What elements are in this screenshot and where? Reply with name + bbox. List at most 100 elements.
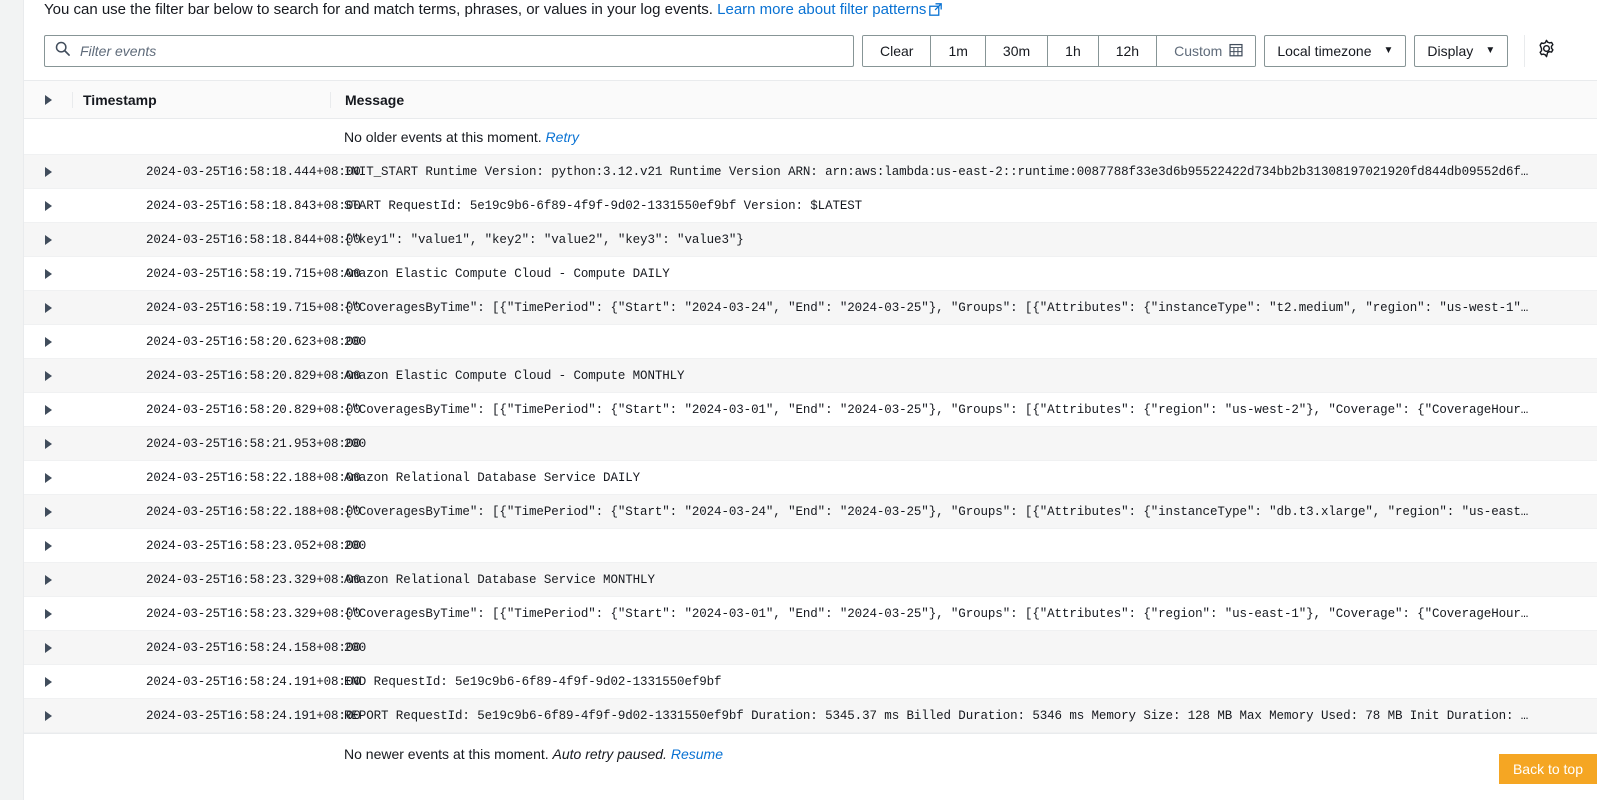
cell-message: Amazon Elastic Compute Cloud - Compute D…: [330, 267, 1543, 281]
timezone-label: Local timezone: [1277, 43, 1372, 59]
cell-message: END RequestId: 5e19c9b6-6f89-4f9f-9d02-1…: [330, 675, 1543, 689]
row-expand-toggle[interactable]: [24, 608, 72, 619]
table-row[interactable]: 2024-03-25T16:58:21.953+08:00 200: [24, 427, 1597, 461]
row-expand-toggle[interactable]: [24, 404, 72, 415]
table-row[interactable]: 2024-03-25T16:58:22.188+08:00 {"Coverages…: [24, 495, 1597, 529]
cell-timestamp: 2024-03-25T16:58:23.052+08:00: [146, 538, 361, 553]
message-text: END RequestId: 5e19c9b6-6f89-4f9f-9d02-1…: [344, 674, 722, 689]
table-row[interactable]: 2024-03-25T16:58:24.191+08:00 END Request…: [24, 665, 1597, 699]
row-expand-toggle[interactable]: [24, 200, 72, 211]
chevron-right-icon: [44, 200, 52, 211]
retry-link[interactable]: Retry: [546, 129, 579, 145]
range-30m-button[interactable]: 30m: [985, 36, 1048, 66]
time-range-segment-group: Clear 1m 30m 1h 12h Custom: [862, 35, 1257, 67]
row-expand-toggle[interactable]: [24, 370, 72, 381]
table-row[interactable]: 2024-03-25T16:58:23.329+08:00 {"Coverages…: [24, 597, 1597, 631]
table-row[interactable]: 2024-03-25T16:58:24.191+08:00 REPORT Requ…: [24, 699, 1597, 733]
row-expand-toggle[interactable]: [24, 268, 72, 279]
cell-timestamp: 2024-03-25T16:58:20.829+08:00: [146, 402, 361, 417]
expand-all-toggle[interactable]: [24, 94, 72, 105]
cell-message: {"CoveragesByTime": [{"TimePeriod": {"St…: [330, 505, 1543, 519]
table-row[interactable]: 2024-03-25T16:58:18.843+08:00 START Reque…: [24, 189, 1597, 223]
table-row[interactable]: 2024-03-25T16:58:19.715+08:00 Amazon Elas…: [24, 257, 1597, 291]
cell-message: INIT_START Runtime Version: python:3.12.…: [330, 165, 1543, 179]
row-expand-toggle[interactable]: [24, 234, 72, 245]
cell-message: START RequestId: 5e19c9b6-6f89-4f9f-9d02…: [330, 199, 1543, 213]
cell-message: 200: [330, 539, 1543, 553]
table-body: 2024-03-25T16:58:18.444+08:00 INIT_START …: [24, 155, 1597, 733]
range-1m-button[interactable]: 1m: [931, 36, 985, 66]
learn-more-filter-patterns-link[interactable]: Learn more about filter patterns: [717, 1, 926, 18]
cell-timestamp: 2024-03-25T16:58:21.953+08:00: [146, 436, 361, 451]
table-row[interactable]: 2024-03-25T16:58:20.829+08:00 {"Coverages…: [24, 393, 1597, 427]
cell-timestamp: 2024-03-25T16:58:18.444+08:00: [146, 164, 361, 179]
older-events-notice-text: No older events at this moment. Retry: [330, 129, 1597, 145]
row-expand-toggle[interactable]: [24, 642, 72, 653]
message-text: 200: [344, 538, 367, 553]
row-expand-toggle[interactable]: [24, 336, 72, 347]
table-row[interactable]: 2024-03-25T16:58:19.715+08:00 {"Coverages…: [24, 291, 1597, 325]
chevron-down-icon: ▼: [1485, 45, 1496, 56]
cell-message: Amazon Relational Database Service DAILY: [330, 471, 1543, 485]
message-text: {"key1": "value1", "key2": "value2", "ke…: [344, 232, 744, 247]
back-to-top-button[interactable]: Back to top: [1498, 754, 1597, 784]
resume-link[interactable]: Resume: [671, 746, 723, 762]
row-expand-toggle[interactable]: [24, 438, 72, 449]
search-icon: [55, 41, 78, 61]
chevron-right-icon: [44, 642, 52, 653]
row-expand-toggle[interactable]: [24, 302, 72, 313]
cell-message: 200: [330, 335, 1543, 349]
message-text: Amazon Elastic Compute Cloud - Compute M…: [344, 368, 685, 383]
cell-message: 200: [330, 641, 1543, 655]
search-input[interactable]: [78, 42, 843, 60]
chevron-right-icon: [44, 336, 52, 347]
row-expand-toggle[interactable]: [24, 574, 72, 585]
chevron-right-icon: [44, 234, 52, 245]
newer-events-notice-text: No newer events at this moment. Auto ret…: [330, 746, 1597, 762]
message-text: 200: [344, 640, 367, 655]
table-row[interactable]: 2024-03-25T16:58:20.829+08:00 Amazon Elas…: [24, 359, 1597, 393]
filter-help-text: You can use the filter bar below to sear…: [24, 0, 1597, 22]
chevron-right-icon: [44, 438, 52, 449]
table-row[interactable]: 2024-03-25T16:58:18.844+08:00 {"key1": "v…: [24, 223, 1597, 257]
filter-events-search-box[interactable]: [44, 35, 854, 67]
column-header-timestamp[interactable]: Timestamp: [72, 91, 330, 108]
table-row[interactable]: 2024-03-25T16:58:24.158+08:00 200: [24, 631, 1597, 665]
table-row[interactable]: 2024-03-25T16:58:22.188+08:00 Amazon Rela…: [24, 461, 1597, 495]
table-row[interactable]: 2024-03-25T16:58:23.329+08:00 Amazon Rela…: [24, 563, 1597, 597]
range-1h-button[interactable]: 1h: [1048, 36, 1098, 66]
display-label: Display: [1427, 43, 1474, 59]
row-expand-toggle[interactable]: [24, 540, 72, 551]
filter-help-label: You can use the filter bar below to sear…: [44, 1, 713, 18]
row-expand-toggle[interactable]: [24, 710, 72, 721]
row-expand-toggle[interactable]: [24, 676, 72, 687]
log-events-table: Timestamp Message No older events at thi…: [24, 80, 1597, 773]
older-events-label: No older events at this moment.: [344, 128, 542, 145]
preferences-button[interactable]: [1524, 35, 1556, 67]
message-text: {"CoveragesByTime": [{"TimePeriod": {"St…: [344, 402, 1535, 417]
column-header-message[interactable]: Message: [330, 91, 1597, 108]
log-events-page: You can use the filter bar below to sear…: [0, 0, 1597, 800]
chevron-right-icon: [44, 574, 52, 585]
cell-timestamp: 2024-03-25T16:58:18.844+08:00: [146, 232, 361, 247]
cell-message: 200: [330, 437, 1543, 451]
range-12h-button[interactable]: 12h: [1098, 36, 1157, 66]
chevron-right-icon: [44, 710, 52, 721]
cell-timestamp: 2024-03-25T16:58:24.158+08:00: [146, 640, 361, 655]
message-text: START RequestId: 5e19c9b6-6f89-4f9f-9d02…: [344, 198, 863, 213]
row-expand-toggle[interactable]: [24, 166, 72, 177]
range-clear-button[interactable]: Clear: [863, 36, 931, 66]
chevron-right-icon: [44, 268, 52, 279]
cell-message: Amazon Elastic Compute Cloud - Compute M…: [330, 369, 1543, 383]
table-row[interactable]: 2024-03-25T16:58:23.052+08:00 200: [24, 529, 1597, 563]
display-dropdown[interactable]: Display ▼: [1414, 35, 1509, 67]
table-row[interactable]: 2024-03-25T16:58:20.623+08:00 200: [24, 325, 1597, 359]
range-custom-button[interactable]: Custom: [1157, 36, 1256, 66]
timezone-dropdown[interactable]: Local timezone ▼: [1264, 35, 1407, 67]
cell-timestamp: 2024-03-25T16:58:19.715+08:00: [146, 266, 361, 281]
row-expand-toggle[interactable]: [24, 472, 72, 483]
row-expand-toggle[interactable]: [24, 506, 72, 517]
cell-timestamp: 2024-03-25T16:58:22.188+08:00: [146, 504, 361, 519]
table-row[interactable]: 2024-03-25T16:58:18.444+08:00 INIT_START …: [24, 155, 1597, 189]
left-gutter: [0, 0, 24, 800]
